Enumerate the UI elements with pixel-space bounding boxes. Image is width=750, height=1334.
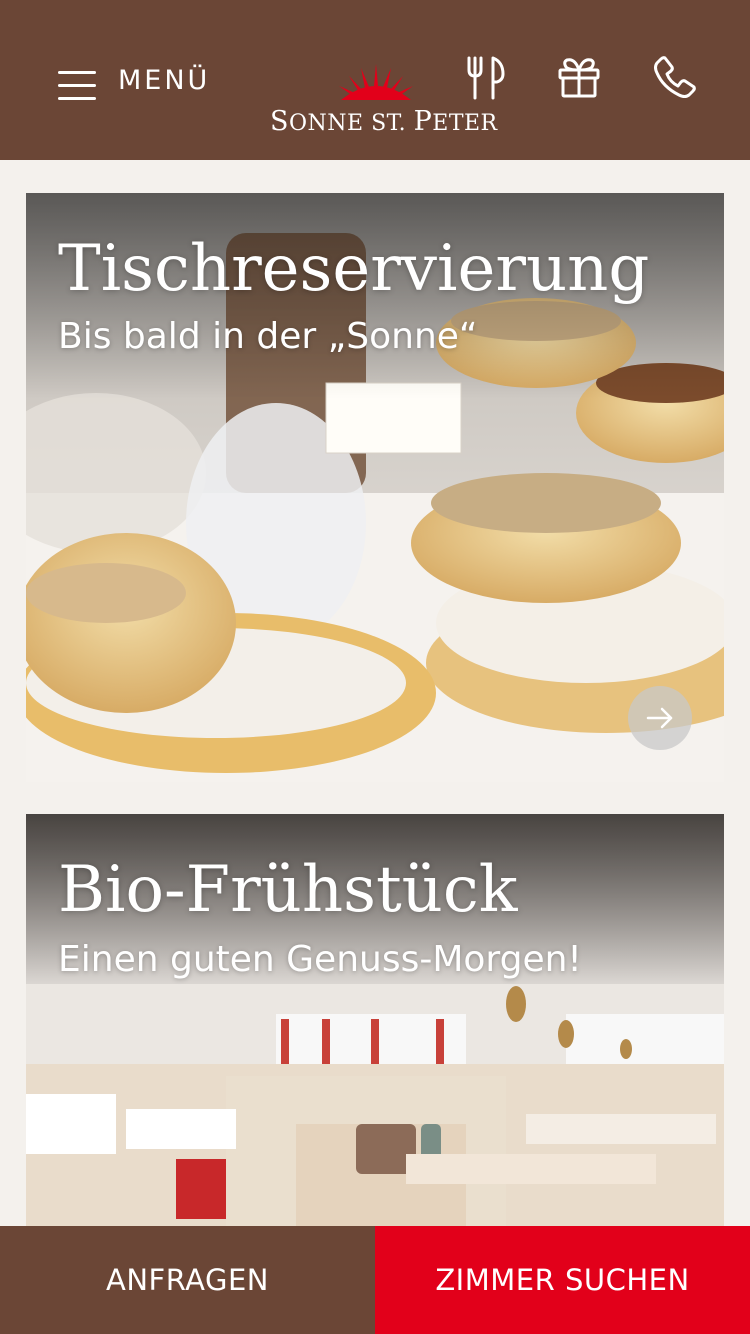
card-bio-breakfast[interactable]: Bio-Frühstück Einen guten Genuss-Morgen!: [26, 814, 724, 1234]
inquire-button[interactable]: ANFRAGEN: [0, 1226, 375, 1334]
hamburger-icon: [58, 65, 96, 100]
site-header: MENÜ SONNE ST. PETER: [0, 0, 750, 160]
card-title: Tischreservierung: [58, 232, 650, 306]
phone-icon[interactable]: [651, 54, 697, 100]
menu-label: MENÜ: [118, 64, 211, 96]
card-subtitle: Bis bald in der „Sonne“: [58, 316, 478, 357]
card-table-reservation[interactable]: Tischreservierung Bis bald in der „Sonne…: [26, 193, 724, 782]
arrow-right-icon: [646, 707, 673, 729]
gift-icon[interactable]: [556, 54, 602, 100]
card-title: Bio-Frühstück: [58, 853, 518, 927]
search-rooms-button[interactable]: ZIMMER SUCHEN: [375, 1226, 750, 1334]
site-logo[interactable]: SONNE ST. PETER: [270, 62, 498, 144]
next-arrow-button[interactable]: [628, 686, 692, 750]
sun-logo-icon: [339, 64, 413, 100]
card-subtitle: Einen guten Genuss-Morgen!: [58, 939, 582, 980]
logo-wordmark: SONNE ST. PETER: [270, 106, 498, 137]
bottom-action-bar: ANFRAGEN ZIMMER SUCHEN: [0, 1226, 750, 1334]
cutlery-icon[interactable]: [463, 54, 509, 100]
menu-button[interactable]: MENÜ: [58, 58, 210, 102]
